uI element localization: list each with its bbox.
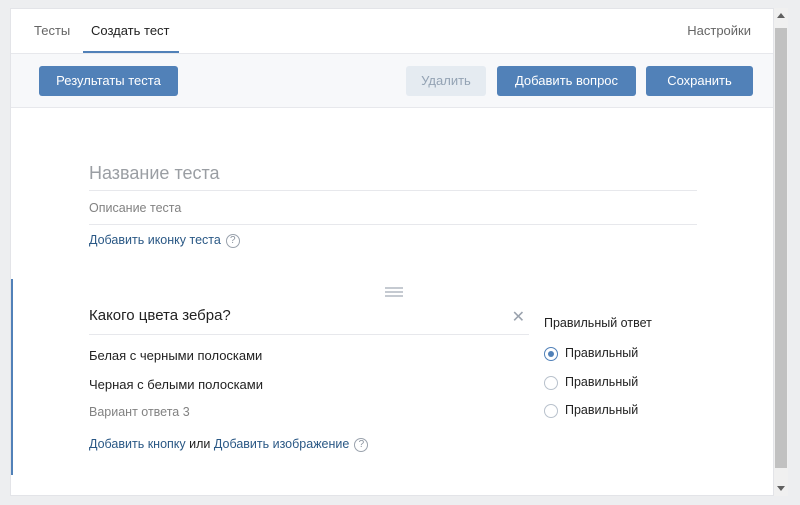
test-title-input[interactable]: Название теста [89, 159, 697, 191]
add-button-link[interactable]: Добавить кнопку [89, 437, 186, 451]
answer-option-1[interactable]: Белая с черными полосками [89, 348, 262, 363]
add-test-icon-link[interactable]: Добавить иконку теста [89, 233, 221, 247]
close-icon[interactable]: ✕ [512, 307, 525, 327]
question-text: Какого цвета зебра? [89, 307, 231, 324]
correct-radio-label: Правильный [565, 346, 639, 360]
scroll-up-icon[interactable] [777, 13, 785, 18]
toolbar: Результаты теста Удалить Добавить вопрос… [11, 54, 773, 108]
radio-checked-icon [544, 346, 558, 361]
add-image-link[interactable]: Добавить изображение [214, 437, 349, 451]
answer-option-2[interactable]: Черная с белыми полосками [89, 377, 263, 392]
help-icon[interactable]: ? [225, 233, 240, 248]
help-icon[interactable]: ? [354, 437, 369, 452]
radio-icon [544, 375, 558, 390]
scroll-down-icon[interactable] [777, 486, 785, 491]
tab-create-test[interactable]: Создать тест [91, 23, 170, 38]
active-tab-indicator [83, 51, 179, 53]
answer-option-3[interactable]: Вариант ответа 3 [89, 405, 190, 419]
correct-radio-label: Правильный [565, 403, 639, 417]
test-editor: Тесты Создать тест Настройки Результаты … [10, 8, 774, 496]
tab-settings[interactable]: Настройки [687, 23, 751, 38]
correct-radio-1[interactable]: Правильный [544, 346, 638, 361]
vertical-scrollbar[interactable] [774, 8, 788, 496]
question-block: Какого цвета зебра? ✕ Белая с черными по… [11, 279, 773, 475]
tab-bar: Тесты Создать тест Настройки [11, 9, 773, 54]
tab-tests[interactable]: Тесты [34, 23, 70, 38]
question-input[interactable]: Какого цвета зебра? ✕ [89, 303, 529, 335]
correct-answer-heading: Правильный ответ [544, 316, 652, 330]
test-description-input[interactable]: Описание теста [89, 201, 697, 225]
or-text: или [185, 437, 214, 451]
correct-radio-2[interactable]: Правильный [544, 375, 638, 390]
drag-handle-icon[interactable] [385, 287, 403, 297]
correct-radio-3[interactable]: Правильный [544, 403, 638, 418]
scrollbar-thumb[interactable] [775, 28, 787, 468]
correct-radio-label: Правильный [565, 375, 639, 389]
radio-icon [544, 403, 558, 418]
add-controls-row: Добавить кнопку или Добавить изображение… [89, 437, 369, 452]
add-icon-row: Добавить иконку теста? [89, 233, 240, 248]
add-question-button[interactable]: Добавить вопрос [497, 66, 636, 96]
delete-button[interactable]: Удалить [406, 66, 486, 96]
save-button[interactable]: Сохранить [646, 66, 753, 96]
results-button[interactable]: Результаты теста [39, 66, 178, 96]
